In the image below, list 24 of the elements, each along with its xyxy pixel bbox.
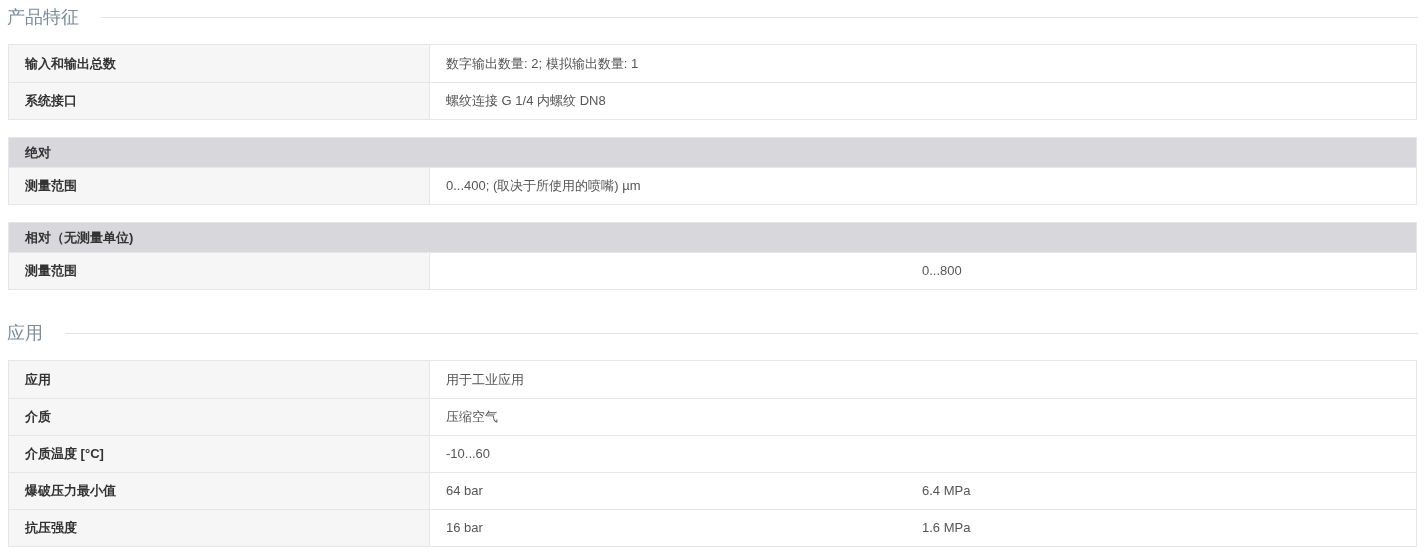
value-cell-text: 压缩空气 — [446, 408, 498, 427]
label-cell: 爆破压力最小值 — [9, 473, 430, 509]
section-title: 产品特征 — [7, 5, 79, 29]
value-cell-text: 1.6 MPa — [922, 519, 971, 538]
label-cell: 系统接口 — [9, 83, 430, 119]
value-cell-text: 数字输出数量: 2; 模拟输出数量: 1 — [446, 54, 639, 73]
section-title: 应用 — [7, 321, 43, 345]
value-cell-text: 6.4 MPa — [922, 482, 971, 501]
label-cell: 应用 — [9, 361, 430, 398]
label-cell: 输入和输出总数 — [9, 45, 430, 82]
label-cell: 测量范围 — [9, 253, 430, 289]
label-cell: 介质 — [9, 399, 430, 435]
value-cell-text: 用于工业应用 — [446, 370, 524, 389]
value-cell-text: 螺纹连接 G 1/4 内螺纹 DN8 — [446, 92, 606, 111]
value-cell-text: 0...800 — [922, 262, 962, 281]
value-cell-text: -10...60 — [446, 445, 491, 464]
group-heading: 绝对 — [9, 138, 1416, 167]
group-heading: 相对（无测量单位) — [9, 223, 1416, 252]
label-cell: 介质温度 [°C] — [9, 436, 430, 472]
value-cell-text: 16 bar — [446, 519, 483, 538]
label-cell: 抗压强度 — [9, 510, 430, 546]
value-cell-text: 64 bar — [446, 482, 483, 501]
value-cell-text: 0...400; (取决于所使用的喷嘴) µm — [446, 177, 641, 196]
label-cell: 测量范围 — [9, 168, 430, 204]
